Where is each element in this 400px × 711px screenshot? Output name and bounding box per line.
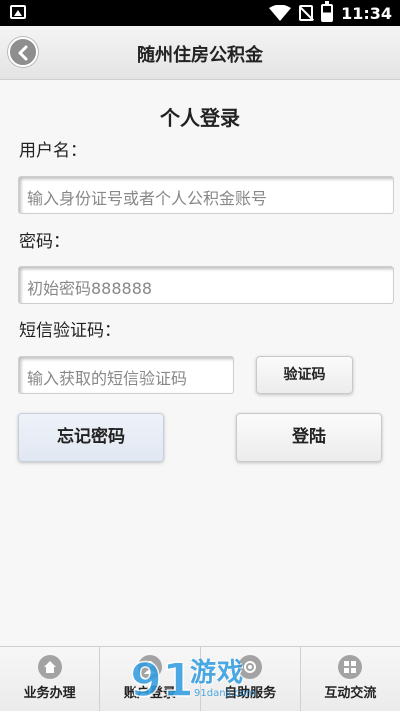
status-time: 11:34 — [341, 3, 392, 23]
username-input[interactable]: 输入身份证号或者个人公积金账号 — [18, 176, 394, 214]
status-bar: 11:34 — [0, 0, 400, 26]
battery-icon — [321, 1, 334, 22]
username-label: 用户名： — [19, 141, 87, 161]
sms-code-input[interactable]: 输入获取的短信验证码 — [18, 356, 234, 394]
password-label: 密码： — [19, 232, 70, 252]
password-input[interactable]: 初始密码888888 — [18, 266, 394, 304]
nav-item-interaction[interactable]: 互动交流 — [301, 647, 400, 711]
forgot-password-button[interactable]: 忘记密码 — [18, 413, 164, 462]
page-title: 个人登录 — [160, 106, 240, 130]
nav-item-account-login[interactable]: 账户登录 — [100, 647, 201, 711]
user-icon — [137, 655, 162, 679]
home-icon — [37, 655, 62, 679]
wifi-icon — [269, 5, 292, 21]
nav-label: 自助服务 — [224, 686, 277, 701]
nav-label: 业务办理 — [23, 686, 76, 701]
header-title: 随州住房公积金 — [137, 45, 263, 66]
get-code-button[interactable]: 验证码 — [256, 356, 353, 394]
nav-label: 互动交流 — [324, 686, 377, 701]
nav-item-business[interactable]: 业务办理 — [0, 647, 101, 711]
image-icon — [10, 5, 26, 19]
app-header: 随州住房公积金 — [0, 26, 400, 80]
grid-icon — [338, 655, 363, 679]
nav-item-self-service[interactable]: 自助服务 — [201, 647, 301, 711]
no-sim-icon — [299, 5, 314, 21]
sms-code-label: 短信验证码： — [19, 321, 121, 341]
service-icon — [238, 655, 263, 679]
nav-label: 账户登录 — [123, 686, 176, 701]
login-button[interactable]: 登陆 — [236, 413, 382, 462]
bottom-nav: 业务办理 账户登录 自助服务 互动交流 — [0, 646, 400, 711]
